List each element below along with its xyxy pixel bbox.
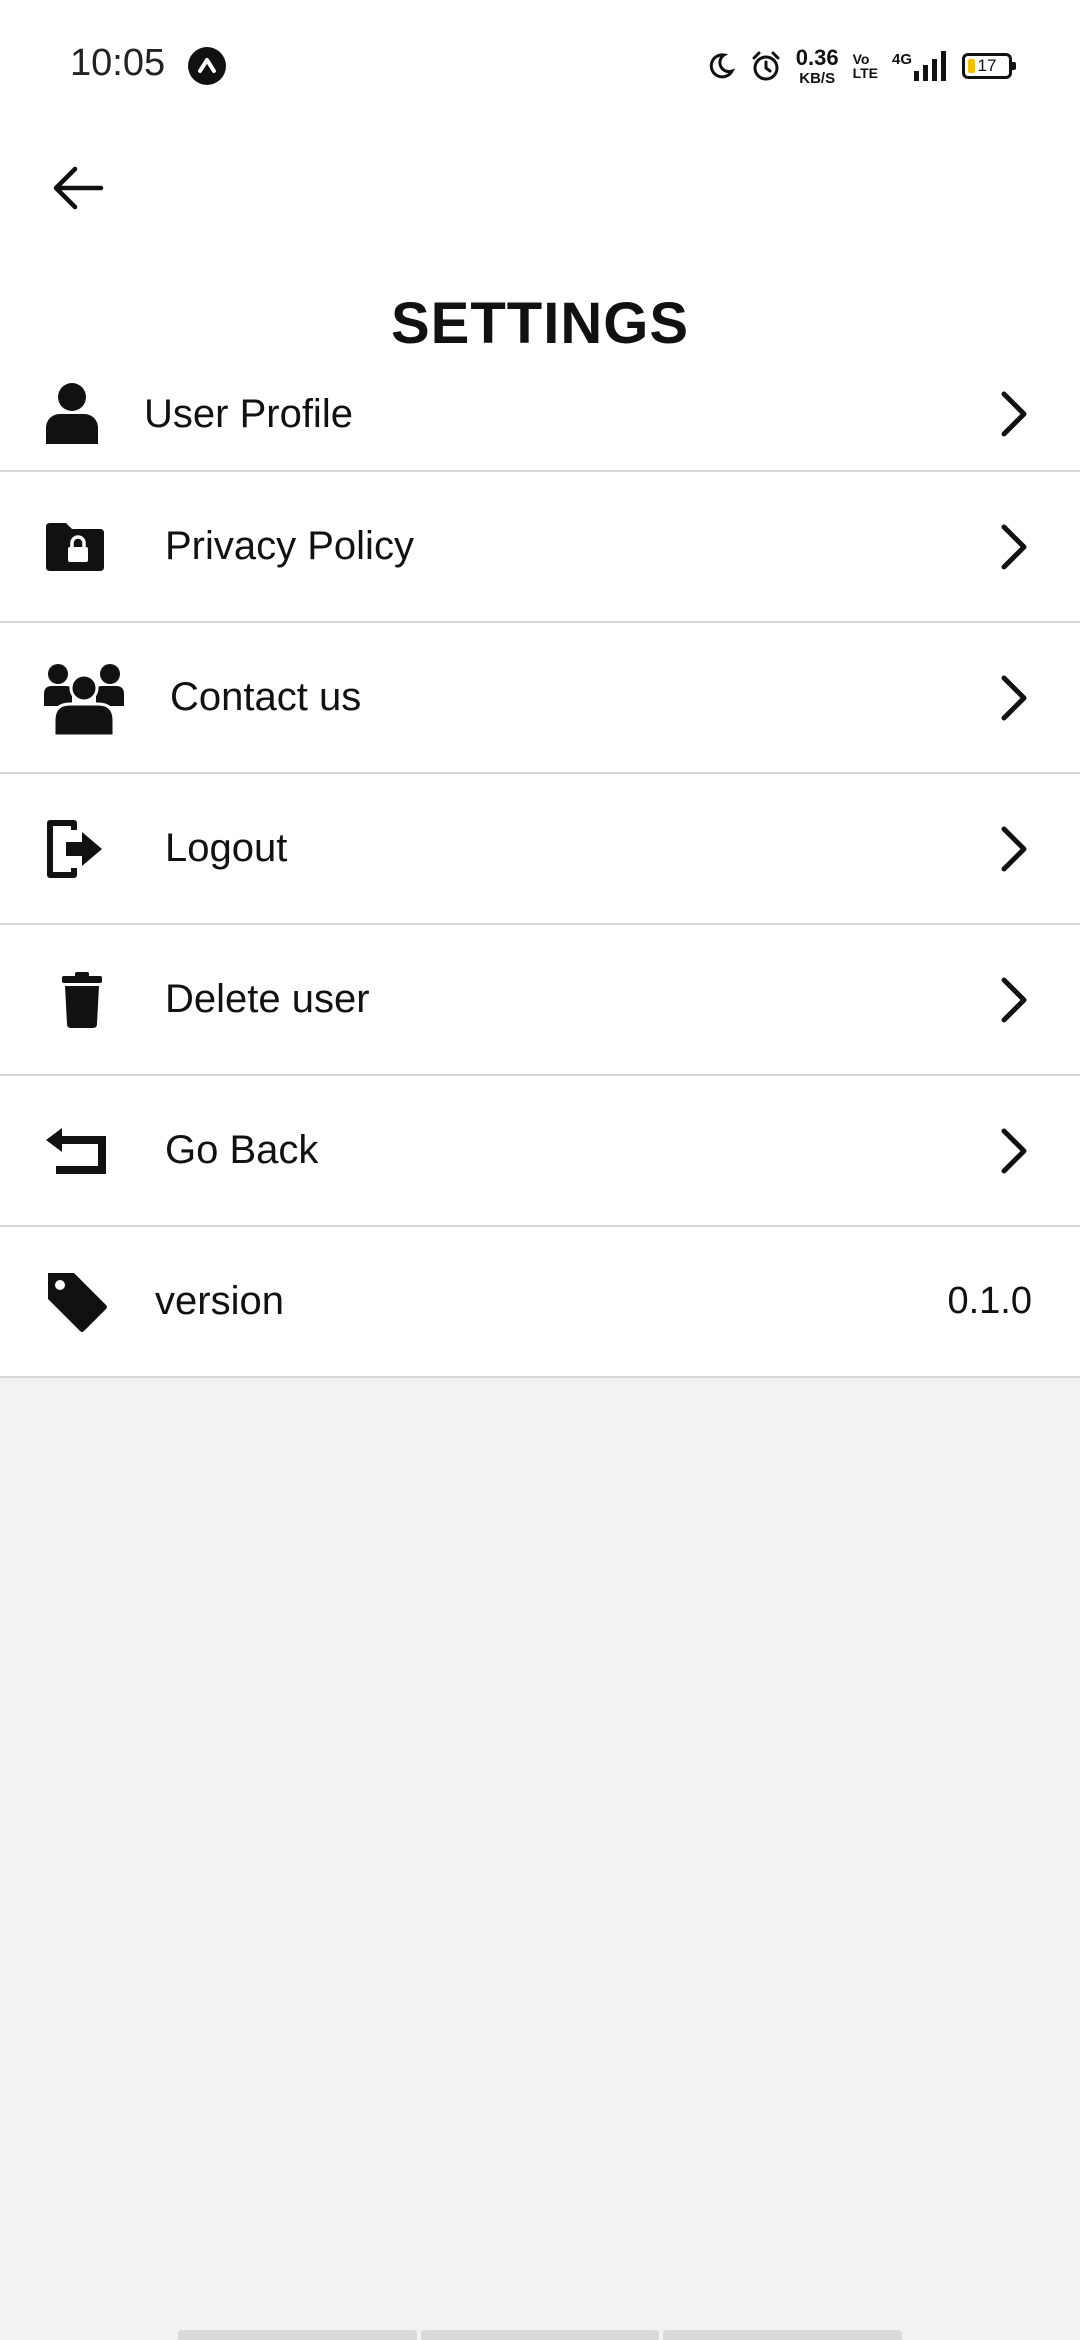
status-icons: 0.36 KB/S Vo LTE 4G 17: [706, 44, 1016, 88]
app-notification-icon: [188, 47, 226, 85]
arrow-left-icon: [53, 166, 104, 210]
chevron-right-icon: [992, 1123, 1036, 1179]
status-time: 10:05: [70, 42, 166, 84]
settings-item-label: Go Back: [165, 1128, 319, 1172]
settings-panel: SETTINGS User Profile Privacy Policy Con…: [0, 268, 1080, 1378]
page-title: SETTINGS: [390, 290, 690, 356]
chevron-right-icon: [992, 519, 1036, 575]
nav-hint-segment: [420, 2330, 660, 2340]
settings-item-privacy-policy[interactable]: Privacy Policy: [0, 472, 1080, 623]
logout-icon: [44, 809, 128, 889]
net-speed: 0.36 KB/S: [795, 44, 839, 87]
nav-hint-segment: [178, 2330, 417, 2340]
settings-item-version: version 0.1.0: [0, 1227, 1080, 1378]
trash-icon: [44, 960, 128, 1040]
chevron-right-icon: [992, 972, 1036, 1028]
folder-lock-icon: [44, 507, 128, 587]
settings-item-label: Contact us: [170, 675, 362, 719]
alarm-icon: [752, 51, 780, 81]
battery-fill: [968, 59, 975, 73]
chevron-right-icon: [992, 386, 1036, 442]
return-arrow-icon: [44, 1111, 128, 1191]
network-type: 4G: [891, 51, 912, 68]
settings-item-logout[interactable]: Logout: [0, 774, 1080, 925]
volte-bottom: LTE: [852, 65, 878, 81]
battery-icon: 17: [962, 53, 1016, 79]
users-group-icon: [44, 658, 128, 738]
volte-indicator: Vo LTE: [853, 52, 878, 80]
user-icon: [44, 374, 128, 454]
settings-screen: 10:05 0.36 KB/S Vo LTE 4G 17 SETTINGS Us…: [0, 0, 1080, 2340]
net-speed-unit: KB/S: [799, 69, 836, 87]
settings-item-label: Logout: [165, 826, 288, 870]
gesture-navigation-bar: [178, 2330, 903, 2340]
settings-item-contact-us[interactable]: Contact us: [0, 623, 1080, 774]
chevron-right-icon: [992, 670, 1036, 726]
battery-level: 17: [977, 56, 997, 75]
settings-item-go-back[interactable]: Go Back: [0, 1076, 1080, 1227]
cellular-signal: 4G: [892, 51, 948, 81]
chevron-right-icon: [992, 821, 1036, 877]
settings-item-label: Privacy Policy: [165, 524, 414, 568]
version-value: 0.1.0: [947, 1280, 1032, 1322]
settings-item-delete-user[interactable]: Delete user: [0, 925, 1080, 1076]
volte-top: Vo: [852, 51, 870, 67]
settings-item-label: User Profile: [144, 391, 353, 436]
status-bar: 10:05 0.36 KB/S Vo LTE 4G 17: [0, 0, 1080, 130]
settings-item-label: Delete user: [165, 977, 370, 1021]
back-button[interactable]: [40, 150, 116, 226]
net-speed-value: 0.36: [795, 44, 839, 70]
tag-icon: [44, 1262, 128, 1342]
do-not-disturb-moon-icon: [709, 53, 735, 79]
settings-item-user-profile[interactable]: User Profile: [0, 358, 1080, 472]
nav-hint-segment: [663, 2330, 903, 2340]
app-bar: [0, 130, 1080, 268]
signal-icon: [914, 51, 946, 81]
version-label: version: [155, 1279, 284, 1323]
